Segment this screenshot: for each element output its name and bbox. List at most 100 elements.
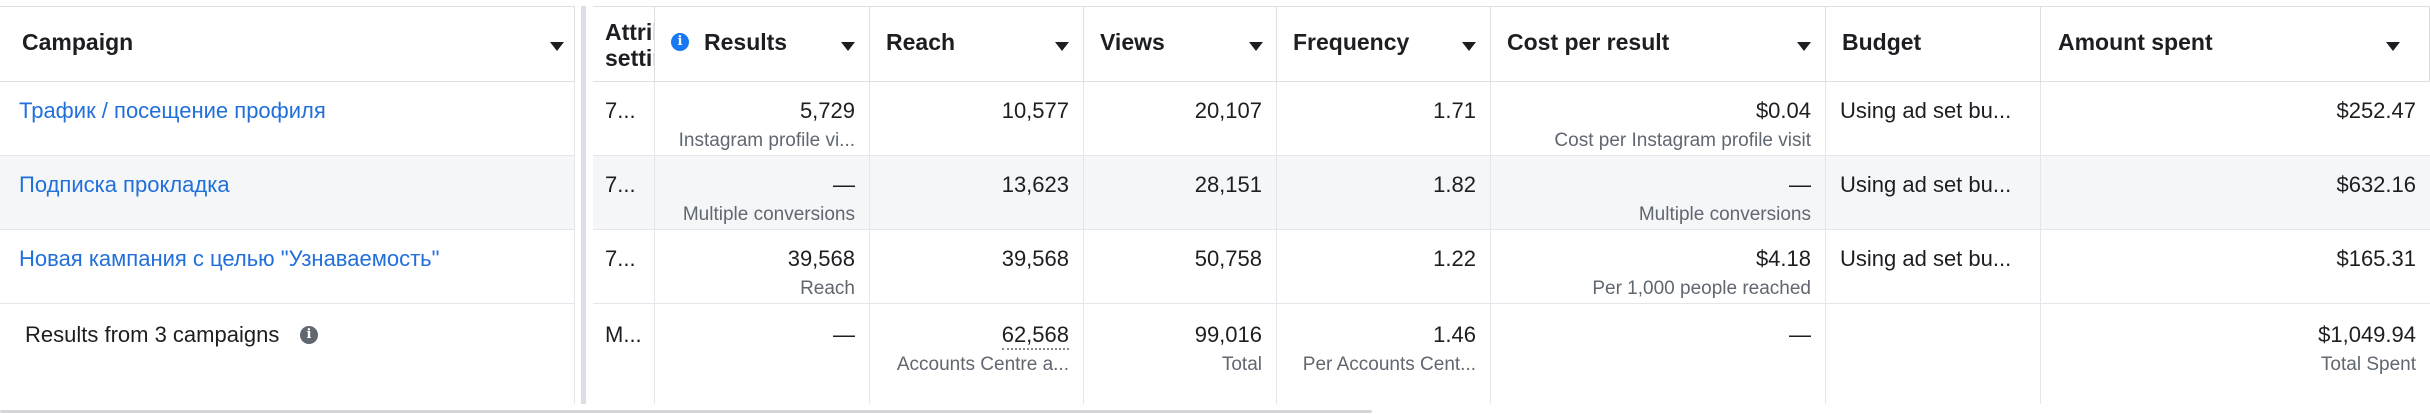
column-header-label: Cost per result: [1507, 29, 1670, 55]
cost-per-result-cell: $0.04 Cost per Instagram profile visit: [1491, 82, 1826, 155]
frequency-value: 1.71: [1433, 98, 1476, 123]
views-subtext: Total: [1221, 354, 1262, 375]
frequency-cell: 1.46 Per Accounts Cent...: [1277, 304, 1491, 404]
amount-spent-cell: $252.47: [2041, 82, 2430, 155]
chevron-down-icon[interactable]: [2386, 42, 2400, 51]
chevron-down-icon[interactable]: [1055, 42, 1069, 51]
views-value: 99,016: [1194, 322, 1262, 347]
reach-subtext: Accounts Centre a...: [896, 354, 1069, 375]
campaign-name-link[interactable]: Подписка прокладка: [19, 172, 230, 198]
frozen-column-divider[interactable]: [575, 6, 593, 404]
frequency-value: 1.22: [1433, 246, 1476, 271]
info-icon[interactable]: i: [300, 326, 318, 344]
results-value: 5,729: [799, 98, 855, 123]
amount-spent-value: $252.47: [2336, 98, 2416, 123]
frequency-cell: 1.71: [1277, 82, 1491, 155]
budget-cell: [1826, 304, 2041, 404]
amount-spent-subtext: Total Spent: [2320, 354, 2416, 375]
column-header-label: Results: [704, 29, 788, 55]
column-header-results[interactable]: i Results: [655, 7, 870, 81]
summary-row: Results from 3 campaigns i M... — 62,568…: [0, 304, 2430, 404]
column-resize-handle[interactable]: [581, 6, 586, 404]
budget-value: Using ad set bu...: [1840, 172, 2012, 197]
column-header-amount-spent[interactable]: Amount spent: [2041, 7, 2430, 81]
budget-cell: Using ad set bu...: [1826, 156, 2041, 229]
column-header-label: Budget: [1842, 29, 1922, 55]
results-cell: — Multiple conversions: [655, 156, 870, 229]
reach-cell: 13,623: [870, 156, 1084, 229]
views-value: 50,758: [1194, 246, 1262, 271]
attribution-cell: 7...: [593, 230, 655, 303]
cost-subtext: Per 1,000 people reached: [1592, 278, 1811, 299]
cost-per-result-cell: —: [1491, 304, 1826, 404]
column-header-label: Attribution setting: [605, 19, 654, 71]
attribution-value: M...: [605, 322, 642, 347]
amount-spent-value: $1,049.94: [2318, 322, 2416, 347]
column-header-reach[interactable]: Reach: [870, 7, 1084, 81]
attribution-value: 7...: [605, 172, 636, 197]
table-row[interactable]: Подписка прокладка 7... — Multiple conve…: [0, 156, 2430, 230]
column-header-label: Campaign: [22, 29, 134, 55]
chevron-down-icon[interactable]: [550, 42, 564, 51]
frequency-subtext: Per Accounts Cent...: [1302, 354, 1476, 375]
column-header-label: Views: [1100, 29, 1165, 55]
cost-value: —: [1789, 172, 1811, 197]
attribution-cell: 7...: [593, 82, 655, 155]
amount-spent-cell: $1,049.94 Total Spent: [2041, 304, 2430, 404]
cost-subtext: Multiple conversions: [1638, 204, 1811, 225]
attribution-cell: 7...: [593, 156, 655, 229]
reach-value: 13,623: [1001, 172, 1069, 197]
cost-value: $4.18: [1755, 246, 1811, 271]
column-header-label: Frequency: [1293, 29, 1410, 55]
views-cell: 20,107: [1084, 82, 1277, 155]
amount-spent-cell: $165.31: [2041, 230, 2430, 303]
chevron-down-icon[interactable]: [841, 42, 855, 51]
amount-spent-value: $165.31: [2336, 246, 2416, 271]
campaign-name-cell: Подписка прокладка: [0, 156, 575, 229]
chevron-down-icon[interactable]: [1249, 42, 1263, 51]
frequency-value: 1.46: [1433, 322, 1476, 347]
views-cell: 50,758: [1084, 230, 1277, 303]
info-icon[interactable]: i: [671, 33, 689, 51]
table-row[interactable]: Новая кампания с целью "Узнаваемость" 7.…: [0, 230, 2430, 304]
results-value: 39,568: [787, 246, 855, 271]
results-value: —: [833, 322, 855, 347]
table-header: Campaign Attribution setting i Results R…: [0, 6, 2430, 82]
reach-value: 10,577: [1001, 98, 1069, 123]
column-header-attribution[interactable]: Attribution setting: [593, 7, 655, 81]
budget-cell: Using ad set bu...: [1826, 82, 2041, 155]
attribution-value: 7...: [605, 98, 636, 123]
amount-spent-value: $632.16: [2336, 172, 2416, 197]
results-cell: 39,568 Reach: [655, 230, 870, 303]
budget-cell: Using ad set bu...: [1826, 230, 2041, 303]
results-cell: 5,729 Instagram profile vi...: [655, 82, 870, 155]
column-header-views[interactable]: Views: [1084, 7, 1277, 81]
reach-cell: 39,568: [870, 230, 1084, 303]
reach-cell: 62,568 Accounts Centre a...: [870, 304, 1084, 404]
views-cell: 28,151: [1084, 156, 1277, 229]
column-header-budget[interactable]: Budget: [1826, 7, 2041, 81]
chevron-down-icon[interactable]: [1797, 42, 1811, 51]
results-cell: —: [655, 304, 870, 404]
frequency-cell: 1.22: [1277, 230, 1491, 303]
summary-label: Results from 3 campaigns: [25, 322, 280, 347]
cost-per-result-cell: $4.18 Per 1,000 people reached: [1491, 230, 1826, 303]
results-value: —: [833, 172, 855, 197]
column-header-label: Amount spent: [2058, 29, 2213, 55]
horizontal-scrollbar[interactable]: [0, 410, 1372, 413]
cost-subtext: Cost per Instagram profile visit: [1554, 130, 1811, 151]
reach-value[interactable]: 62,568: [1001, 322, 1069, 350]
column-header-campaign[interactable]: Campaign: [0, 7, 575, 81]
frequency-value: 1.82: [1433, 172, 1476, 197]
campaign-name-link[interactable]: Трафик / посещение профиля: [19, 98, 326, 124]
results-subtext: Instagram profile vi...: [678, 130, 855, 151]
budget-value: Using ad set bu...: [1840, 246, 2012, 271]
budget-value: Using ad set bu...: [1840, 98, 2012, 123]
views-value: 28,151: [1194, 172, 1262, 197]
campaign-name-link[interactable]: Новая кампания с целью "Узнаваемость": [19, 246, 439, 272]
reach-cell: 10,577: [870, 82, 1084, 155]
column-header-frequency[interactable]: Frequency: [1277, 7, 1491, 81]
table-row[interactable]: Трафик / посещение профиля 7... 5,729 In…: [0, 82, 2430, 156]
chevron-down-icon[interactable]: [1462, 42, 1476, 51]
column-header-cost-per-result[interactable]: Cost per result: [1491, 7, 1826, 81]
